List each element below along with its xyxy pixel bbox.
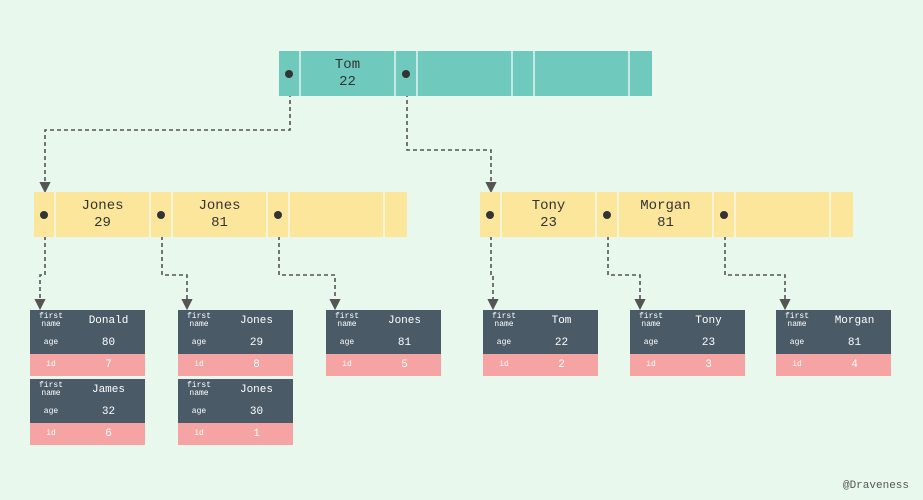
internal-node-right: Tony 23 Morgan 81 [480, 192, 853, 237]
val-id: 3 [672, 354, 745, 376]
val-first-name: Donald [72, 310, 145, 332]
val-first-name: Tom [525, 310, 598, 332]
int1-key-0: Tony 23 [502, 192, 597, 237]
root-empty-0 [418, 51, 513, 96]
label-age: age [630, 332, 672, 354]
label-id: id [483, 354, 525, 376]
val-age: 32 [72, 401, 145, 423]
int1-end [831, 192, 853, 237]
label-first-name: first name [30, 310, 72, 332]
key-name: Jones [198, 198, 240, 215]
key-name: Tony [532, 198, 566, 215]
root-ptr-1 [396, 51, 418, 96]
int1-ptr-0 [480, 192, 502, 237]
int0-key-0: Jones 29 [56, 192, 151, 237]
val-first-name: James [72, 379, 145, 401]
label-first-name: first name [326, 310, 368, 332]
key-name: Morgan [640, 198, 690, 215]
label-id: id [30, 423, 72, 445]
int1-ptr-2 [714, 192, 736, 237]
key-value: 22 [339, 74, 356, 91]
val-age: 81 [818, 332, 891, 354]
val-first-name: Tony [672, 310, 745, 332]
label-id: id [776, 354, 818, 376]
leaf-0: first nameDonald age80 id7 first nameJam… [30, 310, 145, 445]
label-first-name: first name [30, 379, 72, 401]
int0-empty-0 [290, 192, 385, 237]
val-age: 23 [672, 332, 745, 354]
leaf-3: first nameTom age22 id2 [483, 310, 598, 376]
label-first-name: first name [178, 310, 220, 332]
int1-key-1: Morgan 81 [619, 192, 714, 237]
label-age: age [178, 332, 220, 354]
label-age: age [483, 332, 525, 354]
label-first-name: first name [630, 310, 672, 332]
int0-key-1: Jones 81 [173, 192, 268, 237]
key-value: 23 [540, 215, 557, 232]
int1-ptr-1 [597, 192, 619, 237]
int0-end [385, 192, 407, 237]
leaf-1: first nameJones age29 id8 first nameJone… [178, 310, 293, 445]
val-id: 6 [72, 423, 145, 445]
leaf-5: first nameMorgan age81 id4 [776, 310, 891, 376]
root-empty-1 [535, 51, 630, 96]
label-age: age [30, 332, 72, 354]
leaf-4: first nameTony age23 id3 [630, 310, 745, 376]
key-value: 29 [94, 215, 111, 232]
root-end [630, 51, 652, 96]
key-value: 81 [657, 215, 674, 232]
key-value: 81 [211, 215, 228, 232]
root-key-0: Tom 22 [301, 51, 396, 96]
internal-node-left: Jones 29 Jones 81 [34, 192, 407, 237]
int1-empty-0 [736, 192, 831, 237]
key-name: Jones [81, 198, 123, 215]
label-age: age [326, 332, 368, 354]
val-id: 4 [818, 354, 891, 376]
val-first-name: Jones [220, 379, 293, 401]
label-first-name: first name [776, 310, 818, 332]
val-age: 22 [525, 332, 598, 354]
key-name: Tom [335, 57, 360, 74]
label-id: id [630, 354, 672, 376]
int0-ptr-1 [151, 192, 173, 237]
label-first-name: first name [483, 310, 525, 332]
val-age: 80 [72, 332, 145, 354]
val-first-name: Morgan [818, 310, 891, 332]
val-age: 81 [368, 332, 441, 354]
label-id: id [178, 423, 220, 445]
val-age: 30 [220, 401, 293, 423]
root-ptr-0 [279, 51, 301, 96]
val-age: 29 [220, 332, 293, 354]
int0-ptr-2 [268, 192, 290, 237]
val-id: 2 [525, 354, 598, 376]
val-id: 5 [368, 354, 441, 376]
val-first-name: Jones [368, 310, 441, 332]
label-first-name: first name [178, 379, 220, 401]
label-age: age [776, 332, 818, 354]
val-id: 1 [220, 423, 293, 445]
val-first-name: Jones [220, 310, 293, 332]
leaf-2: first nameJones age81 id5 [326, 310, 441, 376]
label-id: id [178, 354, 220, 376]
label-id: id [30, 354, 72, 376]
root-sep [513, 51, 535, 96]
label-id: id [326, 354, 368, 376]
label-age: age [178, 401, 220, 423]
val-id: 7 [72, 354, 145, 376]
label-age: age [30, 401, 72, 423]
val-id: 8 [220, 354, 293, 376]
credit-text: @Draveness [843, 480, 909, 492]
root-node: Tom 22 [279, 51, 652, 96]
int0-ptr-0 [34, 192, 56, 237]
